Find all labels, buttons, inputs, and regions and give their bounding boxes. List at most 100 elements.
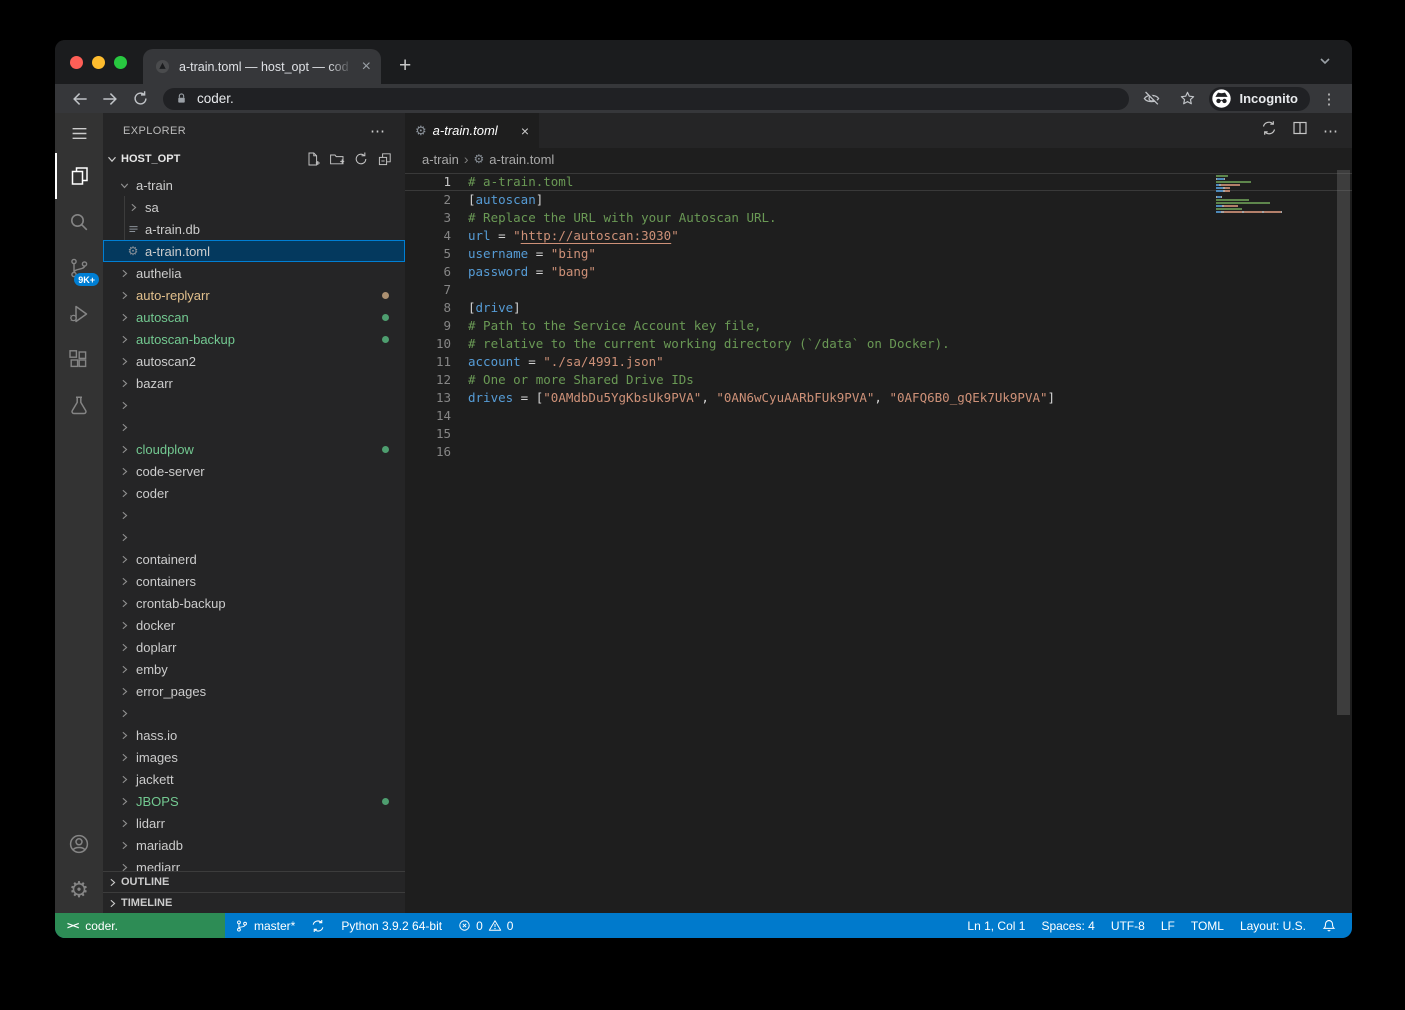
minimize-window-button[interactable] [92,56,105,69]
code-line-5[interactable]: 5username = "bing" [405,245,1352,263]
code-line-6[interactable]: 6password = "bang" [405,263,1352,281]
tree-item-emby[interactable]: emby [103,658,405,680]
tree-item-hass.io[interactable]: hass.io [103,724,405,746]
address-bar[interactable]: coder. [163,88,1129,110]
tree-item-jackett[interactable]: jackett [103,768,405,790]
code-line-15[interactable]: 15 [405,425,1352,443]
tree-item-containers[interactable]: containers [103,570,405,592]
encoding-status[interactable]: UTF-8 [1103,919,1153,933]
language-mode-status[interactable]: TOML [1183,919,1232,933]
reload-button[interactable] [125,89,155,108]
activity-run-debug-icon[interactable] [55,291,103,337]
incognito-badge[interactable]: Incognito [1209,87,1311,111]
editor-tab[interactable]: ⚙ a-train.toml × [405,113,539,148]
remote-indicator[interactable]: >< coder. [55,913,225,938]
git-branch-status[interactable]: master* [227,919,303,933]
bookmark-star-icon[interactable] [1173,89,1203,108]
tree-item-mariadb[interactable]: mariadb [103,834,405,856]
tree-item-images[interactable]: images [103,746,405,768]
tree-item-error_pages[interactable]: error_pages [103,680,405,702]
tab-search-chevron-icon[interactable] [1318,54,1332,68]
tree-item-coder[interactable]: coder [103,482,405,504]
tree-item[interactable] [103,702,405,724]
tree-item-autoscan[interactable]: autoscan [103,306,405,328]
editor-tab-close-icon[interactable]: × [521,124,529,138]
code-line-4[interactable]: 4url = "http://autoscan:3030" [405,227,1352,245]
code-line-16[interactable]: 16 [405,443,1352,461]
tree-item-docker[interactable]: docker [103,614,405,636]
tree-item-cloudplow[interactable]: cloudplow [103,438,405,460]
eye-blocked-icon[interactable] [1137,89,1167,108]
keyboard-layout-status[interactable]: Layout: U.S. [1232,919,1314,933]
tree-item-auto-replyarr[interactable]: auto-replyarr [103,284,405,306]
python-interpreter-status[interactable]: Python 3.9.2 64-bit [333,919,450,933]
tree-item-lidarr[interactable]: lidarr [103,812,405,834]
tree-item-containerd[interactable]: containerd [103,548,405,570]
tree-item-autoscan2[interactable]: autoscan2 [103,350,405,372]
new-file-icon[interactable] [305,151,321,167]
tree-item-doplarr[interactable]: doplarr [103,636,405,658]
code-line-14[interactable]: 14 [405,407,1352,425]
activity-source-control-icon[interactable]: 9K+ [55,245,103,291]
code-line-2[interactable]: 2[autoscan] [405,191,1352,209]
code-line-9[interactable]: 9# Path to the Service Account key file, [405,317,1352,335]
code-line-10[interactable]: 10# relative to the current working dire… [405,335,1352,353]
tree-item[interactable] [103,504,405,526]
code-line-13[interactable]: 13drives = ["0AMdbDu5YgKbsUk9PVA", "0AN6… [405,389,1352,407]
workspace-section-header[interactable]: HOST_OPT [103,148,405,170]
tab-close-icon[interactable]: × [362,59,371,75]
tree-item-a-train[interactable]: a-train [103,174,405,196]
activity-search-icon[interactable] [55,199,103,245]
forward-button[interactable] [95,89,125,109]
refresh-icon[interactable] [353,151,369,167]
tree-item-sa[interactable]: sa [103,196,405,218]
tree-item-code-server[interactable]: code-server [103,460,405,482]
code-line-1[interactable]: 1# a-train.toml [405,173,1352,191]
account-icon[interactable] [55,821,103,867]
new-folder-icon[interactable] [329,151,345,167]
code-line-8[interactable]: 8[drive] [405,299,1352,317]
menu-hamburger-icon[interactable] [55,113,103,153]
explorer-more-actions-icon[interactable]: ⋯ [370,122,385,140]
back-button[interactable] [65,89,95,109]
sync-status[interactable] [303,919,333,933]
activity-explorer-icon[interactable] [55,153,103,199]
tree-item-crontab-backup[interactable]: crontab-backup [103,592,405,614]
indentation-status[interactable]: Spaces: 4 [1033,919,1102,933]
browser-menu-icon[interactable]: ⋮ [1316,90,1342,108]
minimap[interactable] [1216,175,1296,223]
timeline-section-header[interactable]: TIMELINE [103,892,405,913]
settings-gear-icon[interactable]: ⚙ [55,867,103,913]
close-window-button[interactable] [70,56,83,69]
tree-item-mediarr[interactable]: mediarr [103,856,405,871]
code-line-7[interactable]: 7 [405,281,1352,299]
breadcrumb-item[interactable]: a-train [422,152,459,167]
activity-extensions-icon[interactable] [55,337,103,383]
notifications-bell-icon[interactable] [1314,919,1344,933]
problems-status[interactable]: 0 0 [450,919,521,933]
open-changes-icon[interactable] [1261,120,1277,141]
breadcrumb-item[interactable]: a-train.toml [489,152,554,167]
code-line-12[interactable]: 12# One or more Shared Drive IDs [405,371,1352,389]
tree-item-authelia[interactable]: authelia [103,262,405,284]
eol-status[interactable]: LF [1153,919,1183,933]
activity-testing-icon[interactable] [55,383,103,429]
tree-item-bazarr[interactable]: bazarr [103,372,405,394]
tree-item[interactable] [103,416,405,438]
code-editor[interactable]: 1# a-train.toml2[autoscan]3# Replace the… [405,170,1352,913]
tree-item[interactable] [103,526,405,548]
tree-item-a-train.toml[interactable]: ⚙a-train.toml [103,240,405,262]
editor-more-actions-icon[interactable]: ⋯ [1323,122,1338,140]
tree-item[interactable] [103,394,405,416]
code-line-3[interactable]: 3# Replace the URL with your Autoscan UR… [405,209,1352,227]
editor-scrollbar[interactable] [1337,170,1350,715]
split-editor-icon[interactable] [1292,120,1308,141]
collapse-all-icon[interactable] [377,151,393,167]
code-line-11[interactable]: 11account = "./sa/4991.json" [405,353,1352,371]
tree-item-JBOPS[interactable]: JBOPS [103,790,405,812]
outline-section-header[interactable]: OUTLINE [103,871,405,892]
cursor-position-status[interactable]: Ln 1, Col 1 [959,919,1033,933]
tree-item-autoscan-backup[interactable]: autoscan-backup [103,328,405,350]
maximize-window-button[interactable] [114,56,127,69]
browser-tab[interactable]: a-train.toml — host_opt — cod × [143,49,381,84]
